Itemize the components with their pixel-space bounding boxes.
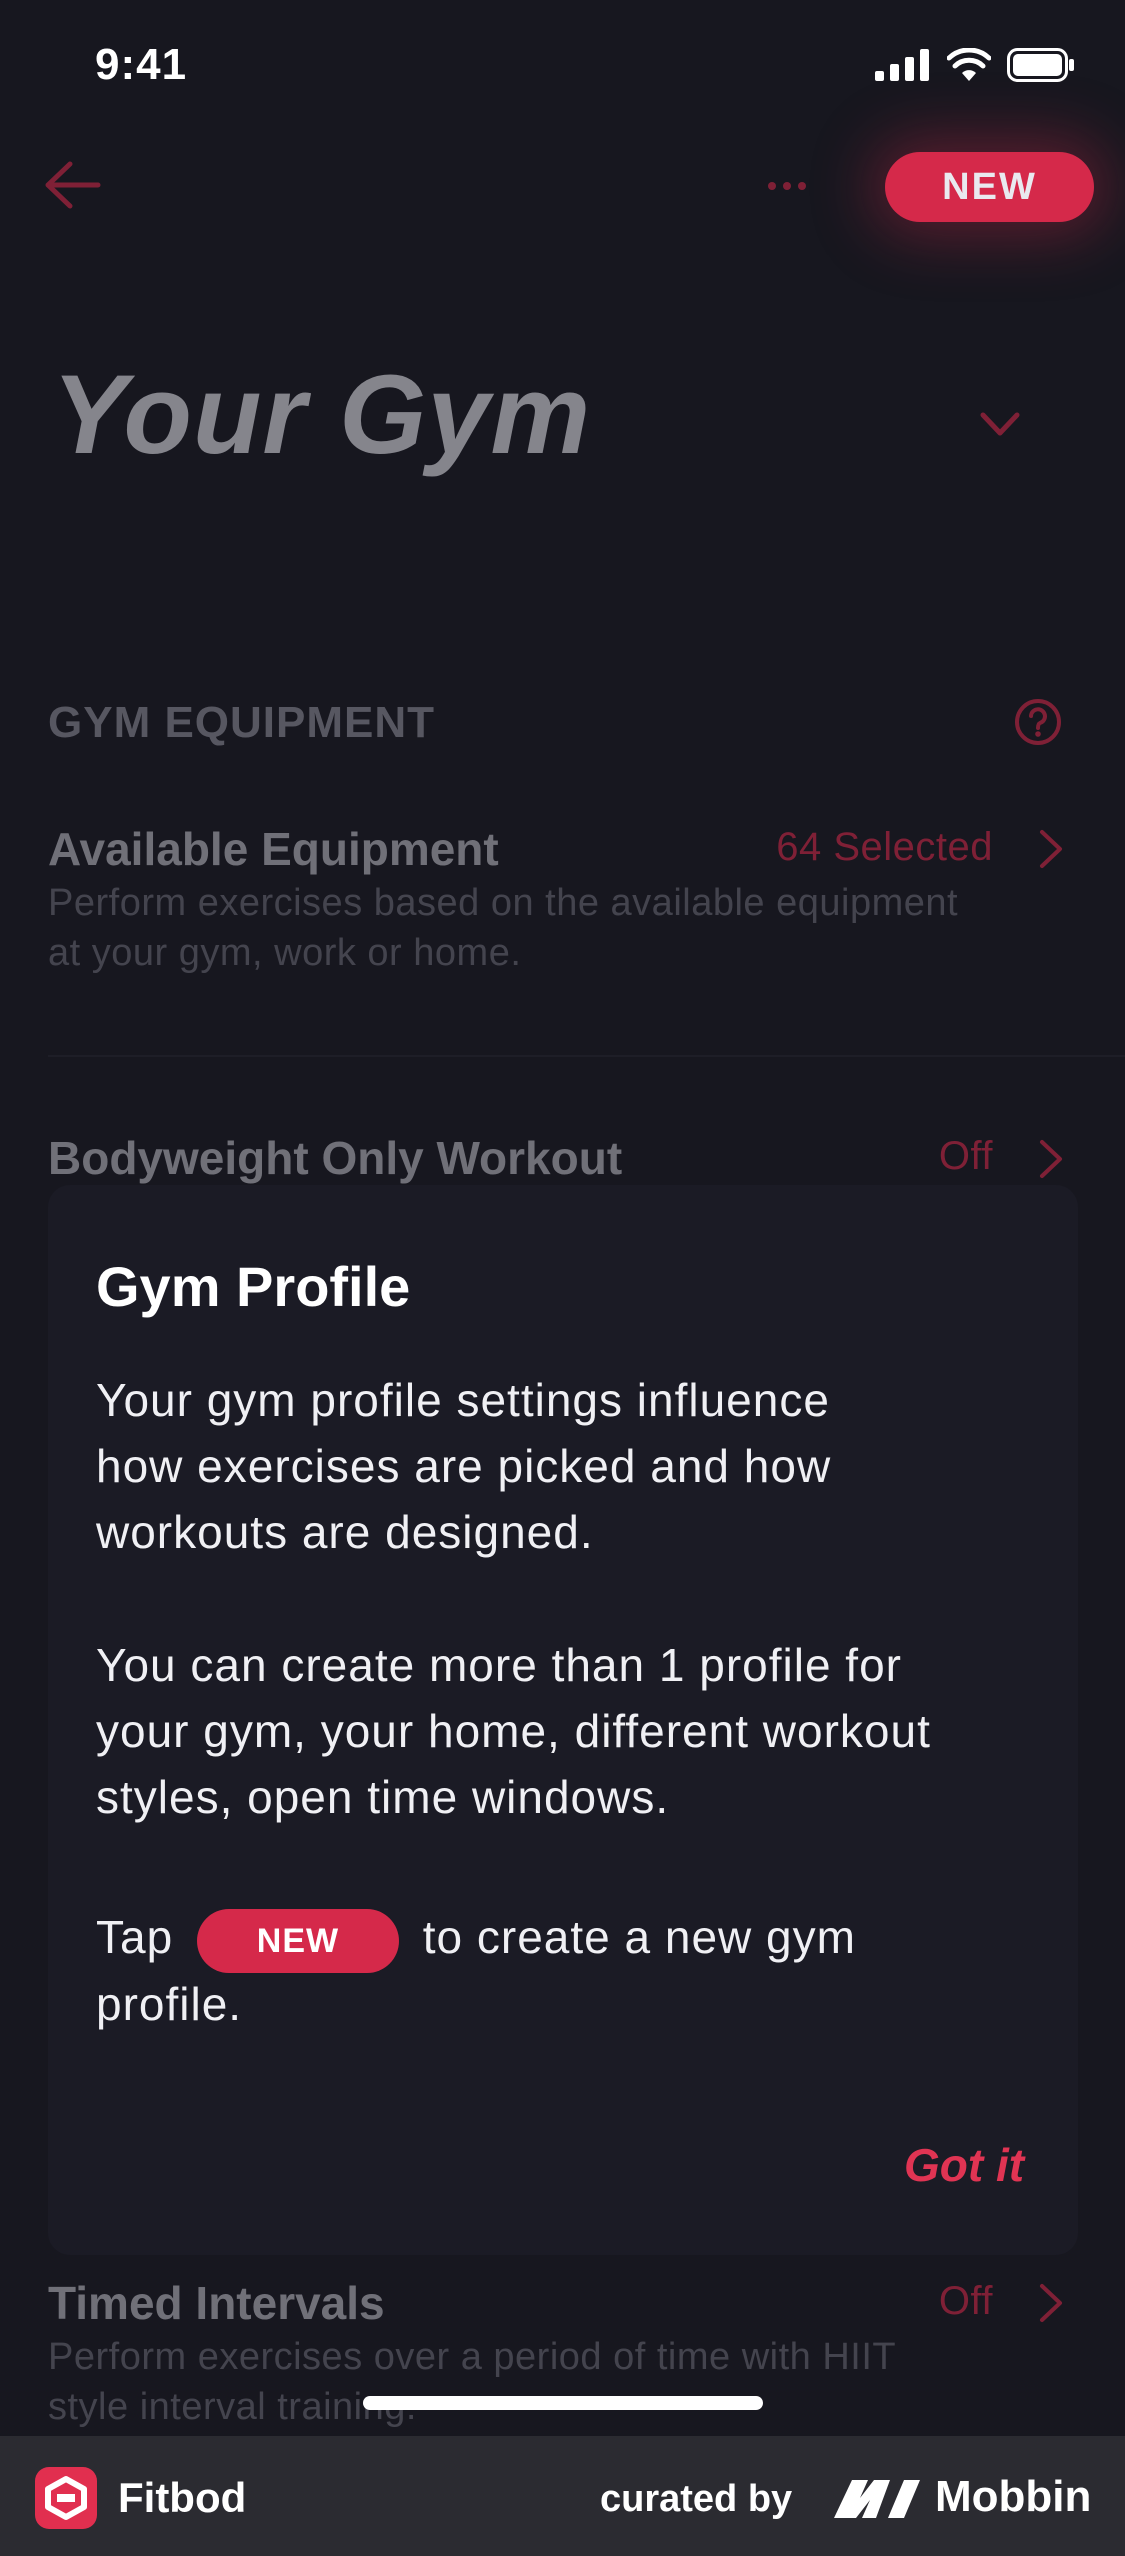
section-label: GYM EQUIPMENT — [48, 698, 436, 747]
bodyweight-only-title[interactable]: Bodyweight Only Workout — [48, 1131, 622, 1185]
curated-by-label: curated by — [600, 2478, 793, 2520]
divider — [48, 1055, 1125, 1057]
chevron-down-icon[interactable] — [975, 405, 1025, 445]
card-text-line: your gym, your home, different workout — [96, 1705, 931, 1757]
timed-intervals-value[interactable]: Off — [939, 2279, 993, 2324]
card-text-line: how exercises are picked and how — [96, 1440, 832, 1492]
card-text-line: Your gym profile settings influence — [96, 1374, 830, 1426]
got-it-button[interactable]: Got it — [904, 2138, 1024, 2192]
chevron-right-icon[interactable] — [1036, 828, 1066, 870]
available-equipment-title[interactable]: Available Equipment — [48, 822, 499, 876]
bodyweight-only-value[interactable]: Off — [939, 1134, 993, 1179]
available-equipment-value[interactable]: 64 Selected — [776, 825, 993, 870]
card-text-line: Tap NEW to create a new gym — [96, 1904, 856, 1973]
back-arrow-icon[interactable] — [42, 160, 102, 210]
available-equipment-desc-1: Perform exercises based on the available… — [48, 882, 959, 924]
chevron-right-icon[interactable] — [1036, 1138, 1066, 1180]
timed-intervals-desc-1: Perform exercises over a period of time … — [48, 2336, 897, 2378]
card-text-line: workouts are designed. — [96, 1506, 594, 1558]
tap-text: Tap — [96, 1911, 174, 1963]
new-pill-inline: NEW — [196, 1908, 399, 1973]
page-title: Your Gym — [52, 352, 592, 477]
more-options-icon[interactable] — [762, 166, 812, 206]
fitbod-logo-icon — [35, 2467, 97, 2529]
available-equipment-desc-2: at your gym, work or home. — [48, 932, 522, 974]
create-text: to create a new gym — [422, 1911, 856, 1963]
chevron-right-icon[interactable] — [1036, 2282, 1066, 2324]
fitbod-app-name: Fitbod — [118, 2474, 247, 2521]
help-icon[interactable] — [1013, 697, 1063, 747]
timed-intervals-desc-2: style interval training. — [48, 2386, 417, 2428]
home-indicator — [363, 2396, 763, 2410]
card-text-line: styles, open time windows. — [96, 1771, 670, 1823]
card-text-line: profile. — [96, 1978, 243, 2030]
card-title: Gym Profile — [96, 1255, 411, 1318]
timed-intervals-title[interactable]: Timed Intervals — [48, 2276, 385, 2330]
mobbin-brand-name: Mobbin — [935, 2472, 1092, 2521]
mobbin-logo-icon — [834, 2480, 920, 2518]
card-text-line: You can create more than 1 profile for — [96, 1639, 902, 1691]
new-profile-button[interactable]: NEW — [885, 152, 1094, 222]
